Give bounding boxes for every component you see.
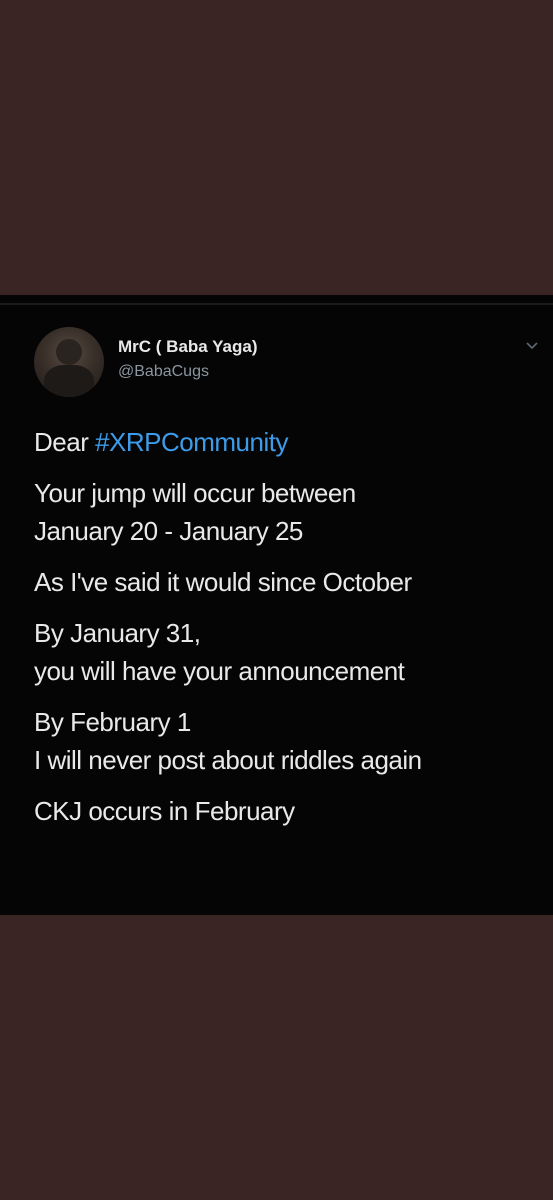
author-display-name[interactable]: MrC ( Baba Yaga) (118, 337, 258, 357)
avatar-body (44, 365, 94, 397)
greeting-line: Dear #XRPCommunity (34, 423, 534, 461)
paragraph-4: By February 1 I will never post about rid… (34, 703, 534, 779)
paragraph-3: By January 31, you will have your announc… (34, 614, 534, 690)
divider (0, 303, 553, 305)
paragraph-2: As I've said it would since October (34, 563, 534, 601)
text-line: By January 31, (34, 618, 201, 648)
tweet-card: MrC ( Baba Yaga) @BabaCugs Dear #XRPComm… (0, 295, 553, 915)
tweet-text: Dear #XRPCommunity Your jump will occur … (34, 423, 534, 843)
greeting-prefix: Dear (34, 427, 96, 457)
chevron-down-icon[interactable] (525, 341, 539, 351)
text-line: you will have your announcement (34, 656, 405, 686)
paragraph-1: Your jump will occur between January 20 -… (34, 474, 534, 550)
text-line: January 20 - January 25 (34, 516, 303, 546)
text-line: By February 1 (34, 707, 191, 737)
author-handle[interactable]: @BabaCugs (118, 363, 209, 381)
hashtag-link[interactable]: #XRPCommunity (95, 427, 288, 457)
text-line: As I've said it would since October (34, 567, 412, 597)
text-line: Your jump will occur between (34, 478, 356, 508)
text-line: CKJ occurs in February (34, 796, 295, 826)
text-line: I will never post about riddles again (34, 745, 422, 775)
paragraph-5: CKJ occurs in February (34, 792, 534, 830)
avatar-head (56, 339, 82, 365)
avatar[interactable] (34, 327, 104, 397)
